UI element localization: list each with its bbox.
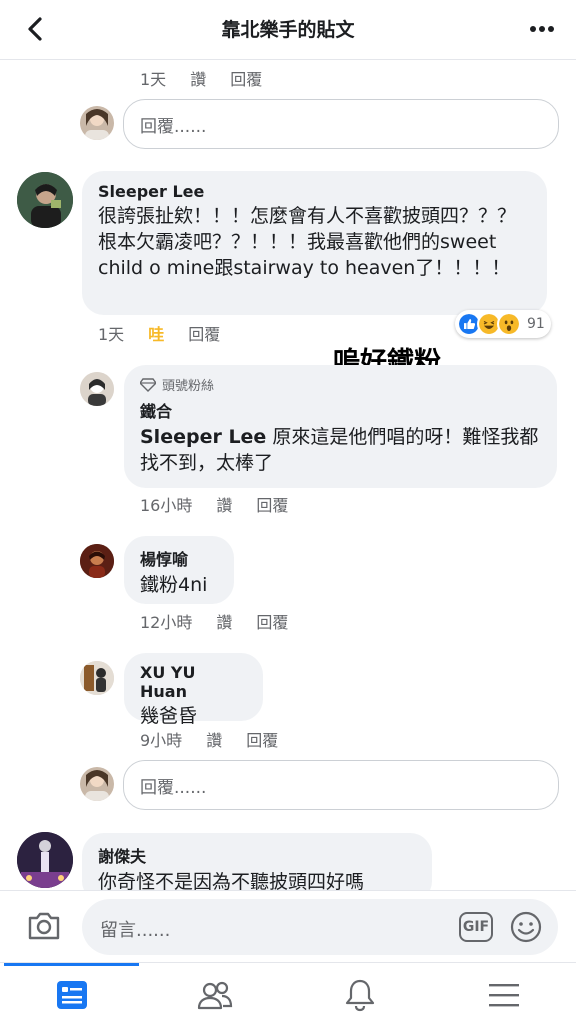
- like-link[interactable]: 哇: [148, 321, 164, 345]
- active-tab-indicator: [4, 963, 139, 966]
- comment-text: 幾爸昏: [140, 705, 198, 727]
- comment-placeholder: 留言......: [100, 920, 171, 941]
- reaction-summary[interactable]: 91: [455, 310, 551, 338]
- reply-placeholder: 回覆......: [140, 116, 207, 137]
- like-link[interactable]: 讚: [216, 492, 232, 516]
- badge-label: 頭號粉絲: [162, 379, 215, 394]
- comment-input[interactable]: 留言...... GIF: [82, 899, 558, 955]
- comment-time: 12小時: [140, 613, 193, 632]
- reply-input[interactable]: 回覆......: [123, 99, 559, 149]
- more-button[interactable]: [526, 14, 558, 44]
- comment-author[interactable]: 謝傑夫: [98, 843, 416, 867]
- reply-link[interactable]: 回覆: [256, 492, 288, 516]
- tab-news-feed[interactable]: [54, 977, 90, 1013]
- like-link[interactable]: 讚: [190, 66, 206, 90]
- comment-text: 很誇張扯欸！！！怎麼會有人不喜歡披頭四？？？根本欠霸凌吧？？！！！我最喜歡他們的…: [98, 205, 517, 279]
- camera-button[interactable]: [26, 909, 62, 943]
- reply-link[interactable]: 回覆: [230, 66, 262, 90]
- comment-text: Sleeper Lee 原來這是他們唱的呀！難怪我都找不到，太棒了: [140, 424, 541, 476]
- tab-menu[interactable]: [486, 977, 522, 1013]
- gif-button[interactable]: GIF: [459, 912, 493, 942]
- reply-input[interactable]: 回覆......: [123, 760, 559, 810]
- page-title: 靠北樂手的貼文: [221, 19, 355, 41]
- avatar[interactable]: [80, 106, 114, 140]
- avatar[interactable]: [80, 767, 114, 801]
- comment-meta: 16小時 讚 回覆: [140, 492, 312, 516]
- tab-friends[interactable]: [197, 977, 233, 1013]
- comment-author[interactable]: 楊惇喻: [140, 546, 218, 570]
- comment-meta: 9小時 讚 回覆: [140, 727, 302, 751]
- comment-bubble: Sleeper Lee 很誇張扯欸！！！怎麼會有人不喜歡披頭四？？？根本欠霸凌吧…: [82, 171, 547, 315]
- comment-time: 16小時: [140, 496, 193, 515]
- comment-meta: 12小時 讚 回覆: [140, 609, 312, 633]
- emoji-button[interactable]: [510, 911, 542, 943]
- comment-bubble: 頭號粉絲 鐵合 Sleeper Lee 原來這是他們唱的呀！難怪我都找不到，太棒…: [124, 365, 557, 488]
- avatar[interactable]: [80, 544, 114, 578]
- like-link[interactable]: 讚: [216, 609, 232, 633]
- diamond-icon: [140, 377, 156, 392]
- reply-link[interactable]: 回覆: [256, 609, 288, 633]
- reaction-count: 91: [527, 316, 545, 332]
- top-fan-badge: 頭號粉絲: [140, 375, 541, 394]
- comment-bubble: XU YU Huan 幾爸昏: [124, 653, 263, 727]
- bottom-tab-bar: [0, 962, 576, 1024]
- smiley-icon: [510, 911, 542, 943]
- hamburger-menu-icon: [489, 984, 519, 1007]
- more-dots-icon: [530, 26, 554, 32]
- comment-bubble: 楊惇喻 鐵粉4ni: [124, 536, 234, 604]
- comment-text: 鐵粉4ni: [140, 574, 208, 596]
- camera-icon: [28, 912, 60, 940]
- reply-link[interactable]: 回覆: [246, 727, 278, 751]
- friends-icon: [197, 981, 233, 1010]
- comment-author[interactable]: XU YU Huan: [140, 663, 247, 701]
- avatar[interactable]: [80, 661, 114, 695]
- comment-composer: 留言...... GIF: [0, 890, 576, 962]
- bell-icon: [345, 979, 375, 1012]
- like-link[interactable]: 讚: [206, 727, 222, 751]
- reply-link[interactable]: 回覆: [188, 321, 220, 345]
- comment-time: 1天: [98, 325, 125, 344]
- top-bar: 靠北樂手的貼文: [0, 0, 576, 60]
- comment-author[interactable]: 鐵合: [140, 398, 541, 422]
- reply-placeholder: 回覆......: [140, 777, 207, 798]
- avatar[interactable]: [17, 832, 73, 888]
- tab-notifications[interactable]: [342, 977, 378, 1013]
- comment-meta: 1天 哇 回覆: [98, 321, 244, 345]
- comment-time: 1天: [140, 70, 167, 89]
- avatar[interactable]: [17, 172, 73, 228]
- wow-reaction-icon: [497, 312, 521, 336]
- news-feed-icon: [57, 981, 87, 1009]
- mention-link[interactable]: Sleeper Lee: [140, 426, 266, 448]
- comment-author[interactable]: Sleeper Lee: [98, 182, 531, 201]
- comment-time: 9小時: [140, 731, 183, 750]
- avatar[interactable]: [80, 372, 114, 406]
- comment-meta: 1天 讚 回覆: [140, 66, 286, 90]
